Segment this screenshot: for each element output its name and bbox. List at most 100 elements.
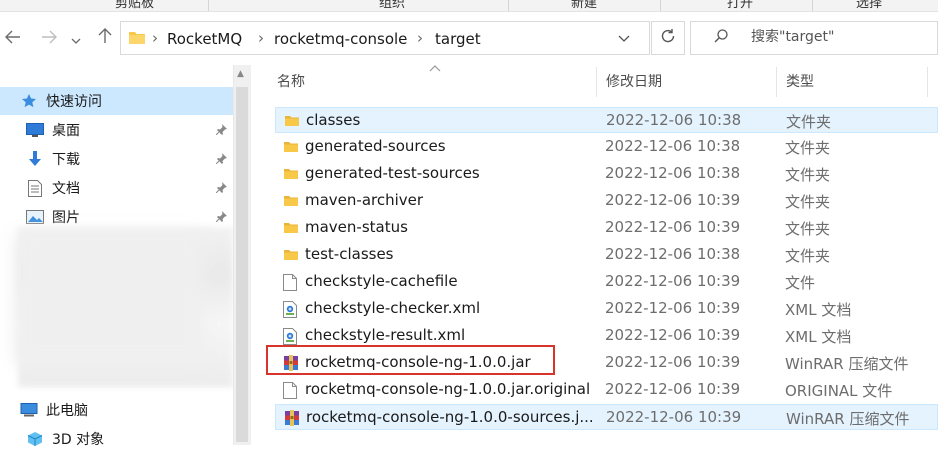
sidebar-item-documents[interactable]: 文档 (0, 174, 233, 202)
file-row[interactable]: generated-test-sources 2022-12-06 10:38 文件… (275, 161, 938, 187)
file-type: WinRAR 压缩文件 (785, 355, 909, 373)
file-modified-date: 2022-12-06 10:39 (605, 326, 741, 344)
desktop-icon (26, 122, 44, 138)
file-row[interactable]: classes 2022-12-06 10:38 文件夹 (275, 107, 938, 133)
scrollbar-thumb[interactable] (236, 87, 248, 442)
breadcrumb-rocketmq-console[interactable]: rocketmq-console (274, 30, 407, 48)
arrow-left-icon (5, 29, 21, 48)
file-row[interactable]: generated-sources 2022-12-06 10:38 文件夹 (275, 134, 938, 160)
breadcrumb-target[interactable]: target (435, 30, 481, 48)
document-icon (26, 179, 44, 197)
file-type: ORIGINAL 文件 (785, 382, 893, 400)
folder-icon (283, 166, 299, 182)
file-modified-date: 2022-12-06 10:38 (605, 245, 741, 263)
folder-icon (283, 220, 299, 236)
picture-icon (26, 209, 44, 225)
breadcrumb-separator-icon[interactable]: › (258, 29, 264, 47)
file-type: 文件夹 (786, 113, 832, 131)
file-name: checkstyle-checker.xml (305, 299, 481, 317)
sidebar-item-this-pc[interactable]: 此电脑 (0, 396, 233, 424)
xml-file-icon (283, 301, 299, 318)
sidebar-scrollbar[interactable]: ▲ (233, 65, 251, 445)
pin-icon[interactable] (215, 182, 227, 196)
sidebar-item-desktop[interactable]: 桌面 (0, 116, 233, 144)
sidebar-item-label: 下载 (52, 152, 80, 168)
search-icon (714, 29, 728, 43)
sidebar-item-label: 快速访问 (46, 94, 102, 110)
ribbon-group-organize: 组织 (379, 0, 406, 11)
breadcrumb-separator-icon[interactable]: › (417, 29, 423, 47)
folder-icon (283, 139, 299, 155)
file-row[interactable]: maven-status 2022-12-06 10:39 文件夹 (275, 215, 938, 241)
column-header-date[interactable]: 修改日期 (596, 65, 776, 97)
file-name: rocketmq-console-ng-1.0.0.jar.original (305, 380, 591, 398)
column-header-type[interactable]: 类型 (776, 65, 936, 97)
file-row[interactable]: maven-archiver 2022-12-06 10:39 文件夹 (275, 188, 938, 214)
sidebar-item-quick-access[interactable]: 快速访问 (0, 87, 233, 115)
file-modified-date: 2022-12-06 10:39 (605, 299, 741, 317)
file-name: maven-status (305, 218, 408, 236)
file-modified-date: 2022-12-06 10:38 (606, 111, 742, 129)
winrar-archive-icon (284, 410, 300, 426)
ribbon-group-clipboard: 剪贴板 (115, 0, 155, 11)
chevron-up-icon[interactable]: ▲ (237, 69, 244, 79)
file-name: checkstyle-cachefile (305, 272, 458, 290)
file-type: 文件夹 (785, 220, 831, 238)
file-modified-date: 2022-12-06 10:38 (605, 137, 741, 155)
download-icon (26, 151, 44, 167)
file-row[interactable]: rocketmq-console-ng-1.0.0.jar.original 20… (275, 377, 938, 403)
file-modified-date: 2022-12-06 10:39 (606, 408, 742, 426)
file-type: 文件夹 (785, 247, 831, 265)
sidebar-item-label: 此电脑 (46, 403, 88, 419)
folder-icon (129, 31, 145, 44)
recent-locations-button[interactable] (68, 27, 84, 49)
file-modified-date: 2022-12-06 10:39 (605, 272, 741, 290)
file-name: classes (306, 111, 361, 129)
file-row[interactable]: rocketmq-console-ng-1.0.0-sources.j... 20… (275, 404, 938, 430)
file-icon (283, 274, 299, 291)
forward-button[interactable] (38, 27, 60, 49)
file-type: 文件夹 (785, 166, 831, 184)
file-type: WinRAR 压缩文件 (786, 410, 910, 428)
sidebar-item-3d-objects[interactable]: 3D 对象 (0, 425, 233, 453)
pin-icon[interactable] (215, 124, 227, 138)
back-button[interactable] (2, 27, 24, 49)
file-modified-date: 2022-12-06 10:39 (605, 380, 741, 398)
file-row[interactable]: checkstyle-cachefile 2022-12-06 10:39 文件 (275, 269, 938, 295)
address-bar[interactable]: › RocketMQ › rocketmq-console › target (120, 21, 650, 55)
file-icon (283, 382, 299, 399)
sidebar-item-label: 文档 (52, 181, 80, 197)
file-modified-date: 2022-12-06 10:39 (605, 353, 741, 371)
file-modified-date: 2022-12-06 10:39 (605, 191, 741, 209)
up-button[interactable] (94, 27, 116, 49)
chevron-down-icon (71, 29, 81, 48)
search-box[interactable] (690, 21, 938, 55)
address-dropdown-button[interactable] (618, 28, 630, 51)
ribbon-group-labels: 剪贴板 组织 新建 打开 选择 (0, 0, 938, 12)
file-name: test-classes (305, 245, 394, 263)
folder-icon (284, 113, 300, 129)
file-row[interactable]: checkstyle-checker.xml 2022-12-06 10:39 XM… (275, 296, 938, 322)
ribbon-group-new: 新建 (571, 0, 598, 11)
ribbon-group-select: 选择 (856, 0, 883, 11)
pin-icon[interactable] (215, 153, 227, 167)
navigation-pane: 快速访问 桌面 下载 文档 图片 此电脑 3D 对象 ▲ (0, 65, 251, 448)
file-row[interactable]: test-classes 2022-12-06 10:38 文件夹 (275, 242, 938, 268)
file-name: rocketmq-console-ng-1.0.0-sources.j... (306, 408, 594, 426)
file-list: 名称 修改日期 类型 classes 2022-12-06 10:38 文件夹 gen… (267, 65, 938, 445)
star-icon (20, 93, 38, 109)
file-type: 文件 (785, 274, 816, 292)
refresh-button[interactable] (651, 21, 685, 55)
file-type: XML 文档 (785, 301, 852, 319)
file-name: maven-archiver (305, 191, 424, 209)
pin-icon[interactable] (215, 211, 227, 225)
sidebar-item-downloads[interactable]: 下载 (0, 145, 233, 173)
breadcrumb-rocketmq[interactable]: RocketMQ (167, 30, 242, 48)
file-name: generated-sources (305, 137, 446, 155)
sidebar-item-label: 图片 (52, 210, 80, 226)
computer-icon (20, 402, 38, 418)
sidebar-item-label: 3D 对象 (52, 432, 105, 448)
search-input[interactable] (749, 28, 933, 46)
annotation-highlight-box (266, 345, 555, 375)
column-header-label: 名称 (277, 74, 305, 90)
